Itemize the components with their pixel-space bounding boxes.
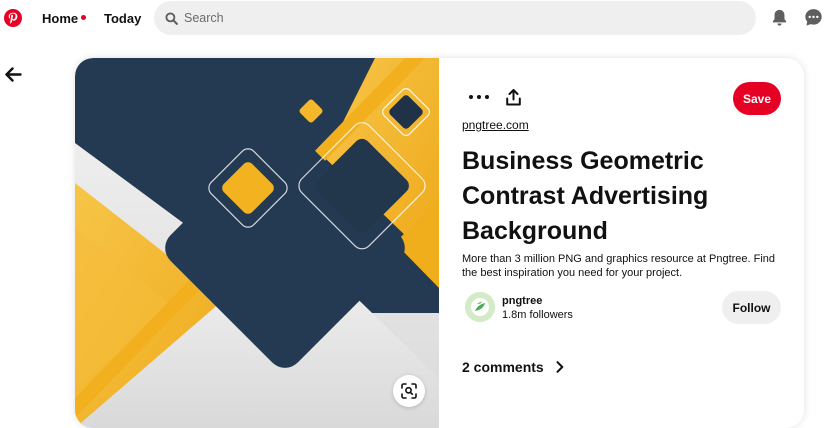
pin-closeup-card: Save pngtree.com Business Geometric Cont…: [75, 58, 804, 428]
comments-toggle[interactable]: 2 comments: [462, 359, 564, 375]
visual-search-icon: [401, 383, 417, 399]
nav-home-tab[interactable]: Home: [42, 11, 87, 26]
save-button[interactable]: Save: [733, 82, 781, 115]
more-icon: [469, 95, 473, 99]
follow-button[interactable]: Follow: [722, 291, 781, 324]
geometric-background-artwork: [75, 58, 439, 428]
visual-search-button[interactable]: [393, 375, 425, 407]
pngtree-avatar-logo: [465, 292, 495, 322]
share-icon[interactable]: [506, 89, 521, 106]
pinterest-logo[interactable]: [4, 9, 22, 27]
pin-title: Business Geometric Contrast Advertising …: [462, 147, 709, 245]
pin-description: More than 3 million PNG and graphics res…: [462, 253, 776, 279]
search-input[interactable]: [184, 11, 744, 25]
top-nav-bar: Home Today: [0, 0, 825, 36]
pin-image[interactable]: [75, 58, 439, 428]
creator-followers: 1.8m followers: [502, 309, 573, 321]
pin-details-panel: Save pngtree.com Business Geometric Cont…: [439, 58, 804, 428]
avatar[interactable]: [465, 292, 495, 322]
nav-home-indicator-dot: [81, 15, 87, 20]
bell-icon[interactable]: [770, 8, 789, 28]
comments-label: 2 comments: [462, 359, 544, 375]
chat-icon[interactable]: [804, 8, 823, 27]
search-bar[interactable]: [154, 1, 756, 35]
nav-home-label: Home: [42, 11, 79, 26]
arrow-left-icon[interactable]: [5, 67, 22, 82]
chevron-right-icon: [556, 361, 564, 373]
creator-name[interactable]: pngtree: [502, 295, 542, 307]
nav-today-tab[interactable]: Today: [104, 11, 141, 26]
search-icon: [165, 11, 178, 25]
source-link[interactable]: pngtree.com: [462, 118, 529, 132]
more-options-button[interactable]: [469, 90, 489, 104]
